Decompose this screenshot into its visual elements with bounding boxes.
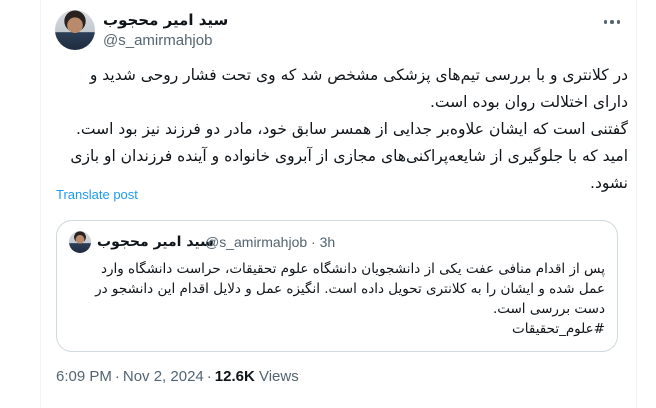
post-footer: 6:09 PM · Nov 2, 2024 · 12.6K Views	[56, 368, 299, 385]
footer-separator: ·	[206, 368, 212, 385]
quoted-text-line: دست بررسی است.	[492, 301, 605, 317]
quoted-post-meta: @s_amirmahjob · 3h	[205, 234, 335, 250]
dot	[616, 20, 621, 24]
post-text-line: امید که با جلوگیری از شایعه‌پراکنی‌های م…	[70, 147, 628, 165]
author-handle[interactable]: @s_amirmahjob	[103, 32, 212, 49]
post-text-line: دارای اختلالت روان بوده است.	[429, 93, 628, 111]
post-date[interactable]: Nov 2, 2024	[123, 368, 204, 385]
dot	[610, 20, 614, 24]
dot	[603, 20, 608, 24]
post-text-line: گفتنی است که ایشان علاوه‌بر جدایی از همس…	[75, 120, 628, 138]
quoted-author-display-name: سید امیر محجوب	[97, 234, 214, 250]
quoted-text-line: پس از اقدام منافی عفت یکی از دانشجویان د…	[100, 261, 605, 277]
post-text-line: نشود.	[590, 174, 628, 192]
meta-separator: ·	[311, 234, 320, 250]
post-time[interactable]: 6:09 PM	[56, 368, 112, 385]
quoted-post-text: پس از اقدام منافی عفت یکی از دانشجویان د…	[65, 259, 605, 339]
author-avatar[interactable]	[55, 10, 95, 50]
quoted-post[interactable]: سید امیر محجوب @s_amirmahjob · 3h پس از …	[56, 220, 618, 352]
more-options-icon[interactable]	[598, 12, 626, 32]
translate-post-link[interactable]: Translate post	[56, 187, 138, 202]
quoted-author-handle: @s_amirmahjob	[205, 234, 308, 250]
post-text: در کلانتری و با بررسی تیم‌های پزشکی مشخص…	[55, 62, 628, 197]
quoted-text-line: عمل شده و ایشان را به کلانتری تحویل داده…	[95, 281, 605, 297]
views-label: Views	[258, 368, 299, 385]
quoted-post-time: 3h	[319, 234, 336, 250]
post-text-line: در کلانتری و با بررسی تیم‌های پزشکی مشخص…	[89, 66, 628, 84]
views-count: 12.6K	[214, 368, 255, 385]
quoted-author-avatar	[69, 231, 91, 253]
footer-separator: ·	[114, 368, 120, 385]
author-display-name[interactable]: سید امیر محجوب	[103, 11, 228, 29]
quoted-hashtag[interactable]: #علوم_تحقیقات	[65, 319, 605, 339]
